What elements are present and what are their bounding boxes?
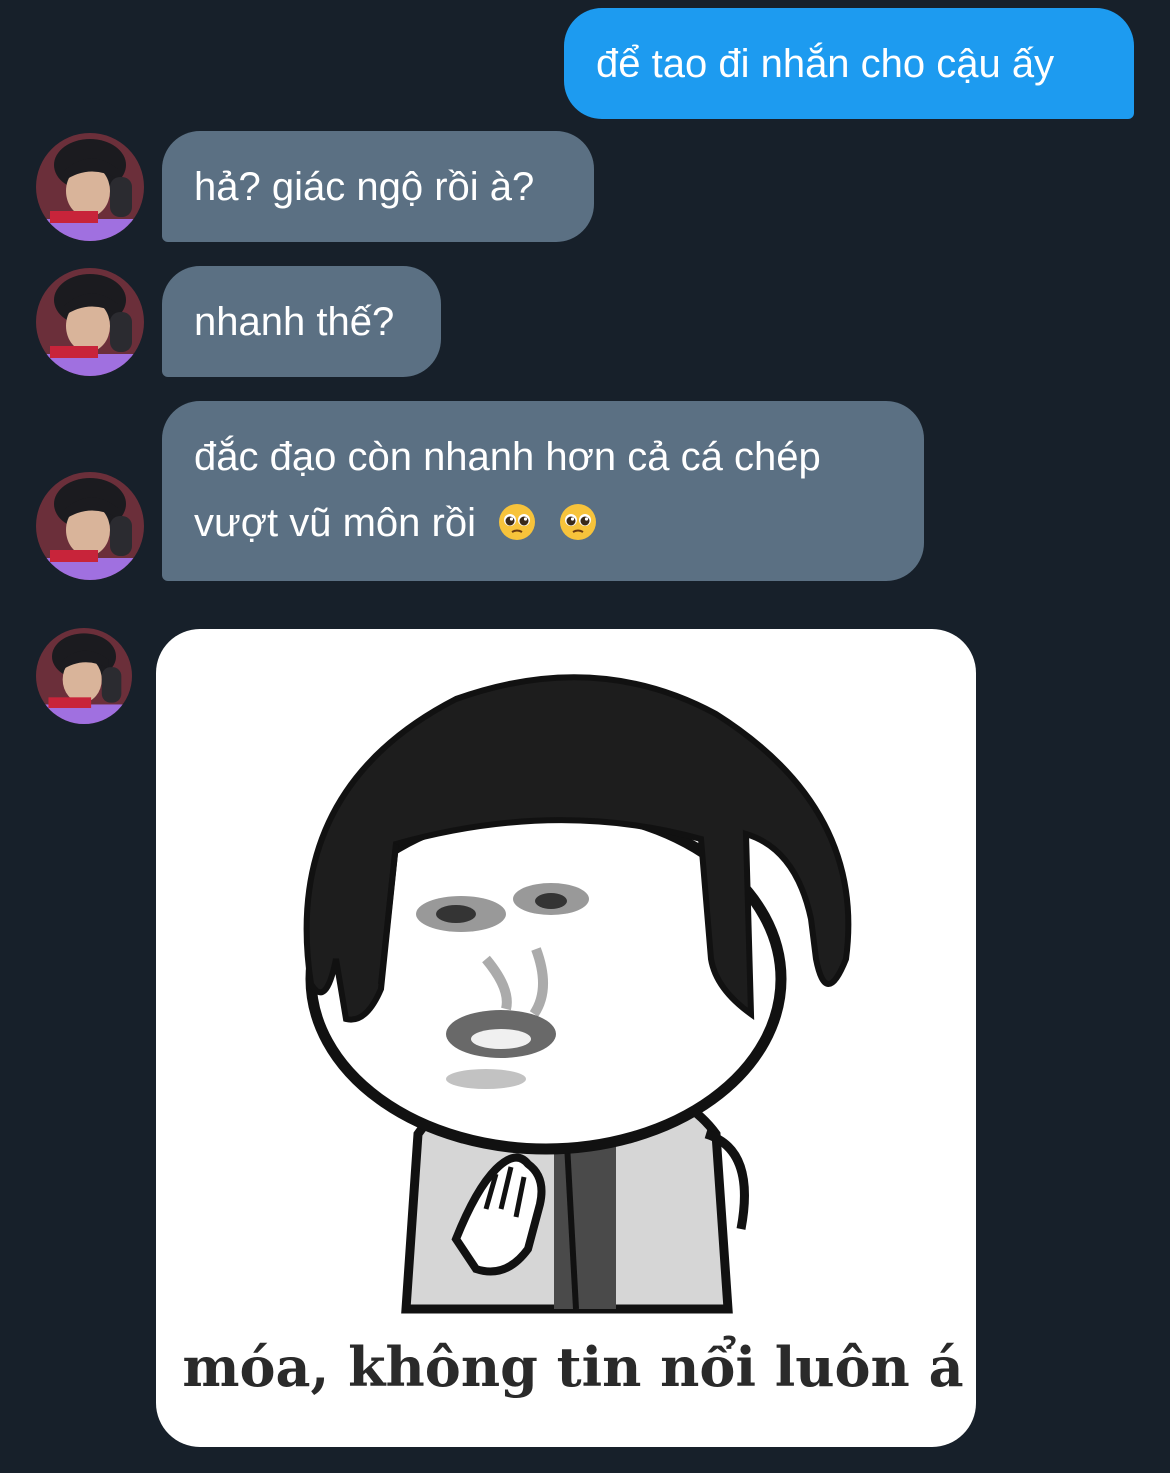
meme-illustration xyxy=(303,674,852,1314)
conversation-thread: để tao đi nhắn cho cậu ấy hả? giác ngộ r… xyxy=(0,0,1170,1473)
message-text: nhanh thế? xyxy=(194,300,395,344)
incoming-message-bubble[interactable]: nhanh thế? xyxy=(162,266,441,377)
sender-avatar[interactable] xyxy=(36,472,144,580)
message-text-line: đắc đạo còn nhanh hơn cả cá chép xyxy=(194,435,821,479)
sender-avatar[interactable] xyxy=(36,133,144,241)
message-text: hả? giác ngộ rồi à? xyxy=(194,165,535,209)
message-text: để tao đi nhắn cho cậu ấy xyxy=(596,42,1055,86)
pleading-face-emoji-icon xyxy=(499,504,536,540)
meme-caption: móa, không tin nổi luôn á xyxy=(182,1335,964,1399)
incoming-message-bubble[interactable]: hả? giác ngộ rồi à? xyxy=(162,131,594,242)
sender-avatar[interactable] xyxy=(36,268,144,376)
message-text: vượt vũ môn rồi xyxy=(194,501,476,545)
pleading-face-emoji-icon xyxy=(560,504,597,540)
outgoing-message-bubble[interactable]: để tao đi nhắn cho cậu ấy xyxy=(564,8,1134,119)
sender-avatar[interactable] xyxy=(36,628,132,724)
incoming-message-bubble[interactable]: đắc đạo còn nhanh hơn cả cá chép vượt vũ… xyxy=(162,401,924,581)
message-text-line-with-emoji: vượt vũ môn rồi xyxy=(194,490,892,556)
meme-image-message[interactable]: móa, không tin nổi luôn á xyxy=(156,629,976,1447)
